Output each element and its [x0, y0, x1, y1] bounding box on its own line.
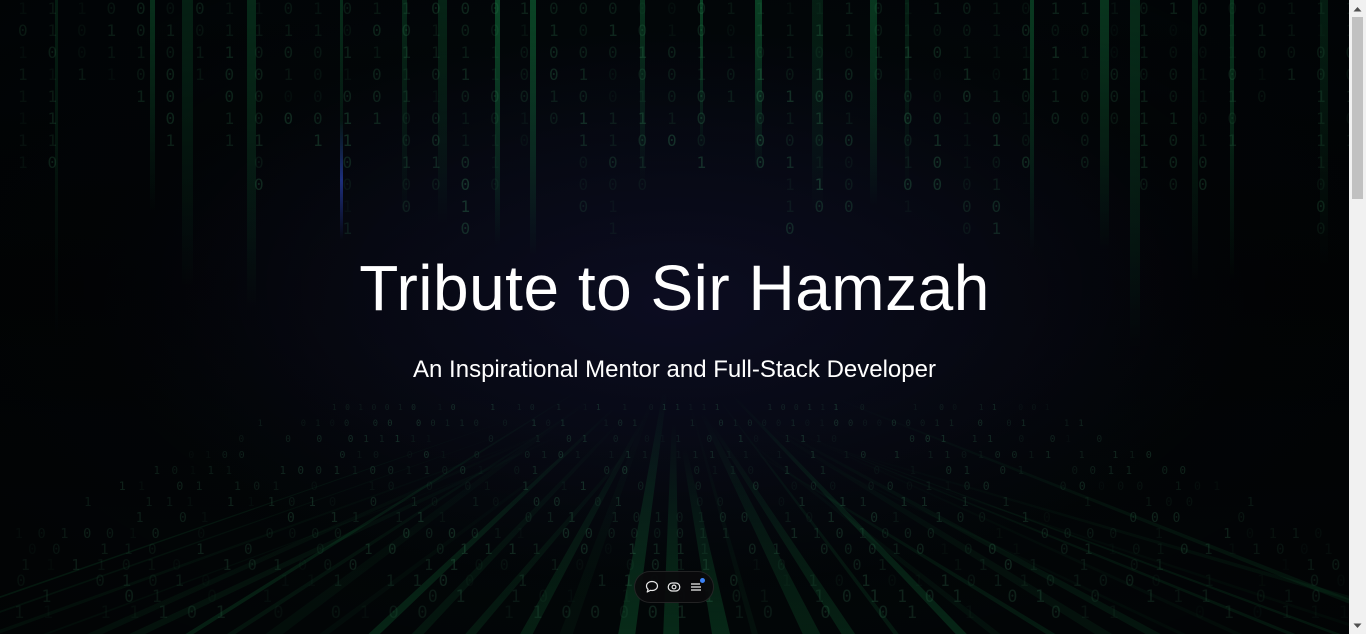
hero-subtitle: An Inspirational Mentor and Full-Stack D…	[413, 356, 936, 383]
page: 1011111111011110100101110010101000010011…	[0, 0, 1349, 634]
scroll-thumb[interactable]	[1352, 17, 1363, 199]
comment-button[interactable]	[642, 577, 662, 597]
notification-dot	[700, 578, 705, 583]
hero-section: Tribute to Sir Hamzah An Inspirational M…	[0, 0, 1349, 634]
view-button[interactable]	[664, 577, 684, 597]
scroll-down-arrow[interactable]	[1349, 617, 1366, 634]
chevron-down-icon	[1353, 623, 1362, 628]
chevron-up-icon	[1353, 6, 1362, 11]
scroll-up-arrow[interactable]	[1349, 0, 1366, 17]
floating-toolbar	[634, 571, 714, 603]
chat-bubble-icon	[645, 580, 659, 593]
eye-icon	[667, 582, 681, 592]
menu-button[interactable]	[686, 577, 706, 597]
hero-title: Tribute to Sir Hamzah	[359, 252, 990, 324]
vertical-scrollbar[interactable]	[1349, 0, 1366, 634]
